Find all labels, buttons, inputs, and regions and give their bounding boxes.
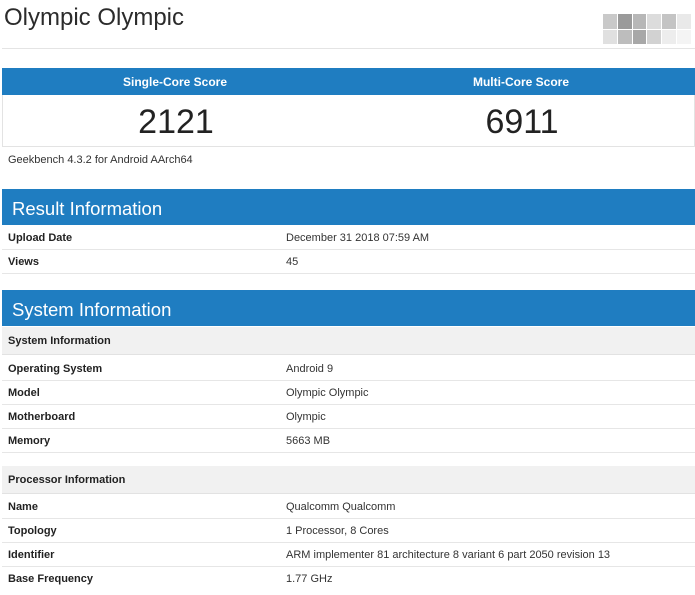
row-value: 1.77 GHz — [286, 573, 333, 585]
single-core-label: Single-Core Score — [122, 75, 228, 89]
row-key: Motherboard — [8, 411, 76, 423]
row-value: December 31 2018 07:59 AM — [286, 232, 430, 244]
single-core-score: 2121 — [138, 103, 214, 141]
score-values: 2121 6911 — [2, 95, 695, 147]
table-row: Views 45 — [2, 250, 695, 274]
page-title: Olympic Olympic — [4, 4, 185, 31]
row-key: Base Frequency — [8, 573, 93, 585]
row-key: Upload Date — [8, 232, 73, 244]
row-key: Identifier — [8, 549, 55, 561]
processor-information-subheading: Processor Information — [2, 466, 695, 494]
row-key: Operating System — [8, 363, 103, 375]
table-row: Motherboard Olympic — [2, 405, 695, 429]
table-row: Model Olympic Olympic — [2, 381, 695, 405]
result-information-heading: Result Information — [2, 189, 695, 225]
system-information-subheading: System Information — [2, 327, 695, 355]
row-value: ARM implementer 81 architecture 8 varian… — [286, 549, 611, 561]
table-row: Memory 5663 MB — [2, 429, 695, 453]
benchmark-version: Geekbench 4.3.2 for Android AArch64 — [8, 154, 193, 166]
table-row: Base Frequency 1.77 GHz — [2, 567, 695, 591]
table-row: Identifier ARM implementer 81 architectu… — [2, 543, 695, 567]
row-key: Views — [8, 256, 39, 268]
table-row: Upload Date December 31 2018 07:59 AM — [2, 226, 695, 250]
table-row: Operating System Android 9 — [2, 357, 695, 381]
table-row: Topology 1 Processor, 8 Cores — [2, 519, 695, 543]
system-information-heading: System Information — [2, 290, 695, 326]
row-key: Topology — [8, 525, 57, 537]
multi-core-label: Multi-Core Score — [472, 75, 569, 89]
multi-core-score: 6911 — [485, 103, 559, 141]
row-value: Android 9 — [286, 363, 334, 375]
row-value: 1 Processor, 8 Cores — [286, 525, 389, 537]
row-key: Memory — [8, 435, 51, 447]
score-header: Single-Core Score Multi-Core Score — [2, 68, 695, 95]
blurred-watermark — [603, 14, 691, 44]
row-key: Name — [8, 501, 38, 513]
row-value: Olympic — [286, 411, 326, 423]
row-key: Model — [8, 387, 40, 399]
row-value: Qualcomm Qualcomm — [286, 501, 396, 513]
table-row: Name Qualcomm Qualcomm — [2, 495, 695, 519]
row-value: Olympic Olympic — [286, 387, 369, 399]
row-value: 45 — [286, 256, 299, 268]
row-value: 5663 MB — [286, 435, 331, 447]
title-divider — [2, 48, 695, 49]
